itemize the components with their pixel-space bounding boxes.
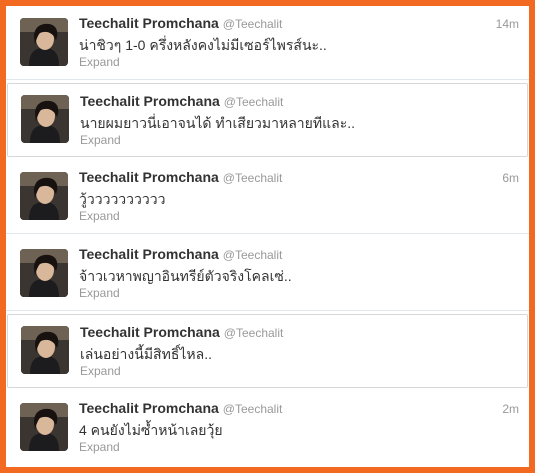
tweet-text: วู้วววววววววว (79, 191, 166, 207)
tweet-header: Teechalit Promchana @Teechalit (80, 93, 517, 111)
tweet-text: นายผมยาวนี่เอาจนได้ ทำเสียวมาหลายทีและ.. (80, 115, 355, 131)
user-name[interactable]: Teechalit Promchana (80, 93, 220, 109)
tweet-header: Teechalit Promchana @Teechalit 2m (79, 400, 519, 418)
tweet-header: Teechalit Promchana @Teechalit 14m (79, 15, 519, 33)
avatar-image (21, 95, 69, 143)
avatar-image (21, 326, 69, 374)
user-handle[interactable]: @Teechalit (223, 402, 283, 416)
tweet-item[interactable]: Teechalit Promchana @Teechalit 6m วู้วววว… (6, 160, 529, 234)
avatar[interactable] (20, 172, 68, 220)
avatar-image (20, 403, 68, 451)
tweet-timestamp[interactable]: 14m (496, 17, 519, 31)
avatar[interactable] (20, 18, 68, 66)
expand-link[interactable]: Expand (79, 209, 120, 223)
user-name[interactable]: Teechalit Promchana (79, 400, 219, 416)
avatar[interactable] (21, 326, 69, 374)
tweet-text: น่าชิวๆ 1-0 ครึ่งหลังคงไม่มีเซอร์ไพรส์นะ… (79, 37, 327, 53)
avatar[interactable] (20, 403, 68, 451)
tweet-item[interactable]: Teechalit Promchana @Teechalit 2m 4 คนยัง… (6, 391, 529, 467)
tweet-text: จ้าวเวหาพญาอินทรีย์ตัวจริงโคลเซ่.. (79, 268, 292, 284)
tweet-header: Teechalit Promchana @Teechalit (79, 246, 519, 264)
tweet-item[interactable]: Teechalit Promchana @Teechalit จ้าวเวหาพญ… (6, 237, 529, 311)
expand-link[interactable]: Expand (80, 364, 121, 378)
tweet-text: เล่นอย่างนี้มีสิทธิ์ไหล.. (80, 346, 212, 362)
tweet-item[interactable]: Teechalit Promchana @Teechalit 14m น่าชิว… (6, 6, 529, 80)
timeline: Teechalit Promchana @Teechalit 14m น่าชิว… (6, 6, 529, 467)
user-name[interactable]: Teechalit Promchana (79, 246, 219, 262)
tweet-header: Teechalit Promchana @Teechalit (80, 324, 517, 342)
avatar[interactable] (20, 249, 68, 297)
tweet-item[interactable]: Teechalit Promchana @Teechalit นายผมยาวนี… (7, 83, 528, 157)
expand-link[interactable]: Expand (80, 133, 121, 147)
user-name[interactable]: Teechalit Promchana (79, 169, 219, 185)
expand-link[interactable]: Expand (79, 286, 120, 300)
user-handle[interactable]: @Teechalit (224, 95, 284, 109)
tweet-item[interactable]: Teechalit Promchana @Teechalit เล่นอย่างน… (7, 314, 528, 388)
expand-link[interactable]: Expand (79, 440, 120, 454)
avatar-image (20, 249, 68, 297)
avatar[interactable] (21, 95, 69, 143)
tweet-text: 4 คนยังไม่ซ้ำหน้าเลยวุ้ย (79, 422, 223, 438)
user-name[interactable]: Teechalit Promchana (79, 15, 219, 31)
tweet-timestamp[interactable]: 2m (502, 402, 519, 416)
avatar-image (20, 18, 68, 66)
user-handle[interactable]: @Teechalit (224, 326, 284, 340)
user-handle[interactable]: @Teechalit (223, 171, 283, 185)
user-handle[interactable]: @Teechalit (223, 17, 283, 31)
expand-link[interactable]: Expand (79, 55, 120, 69)
user-handle[interactable]: @Teechalit (223, 248, 283, 262)
user-name[interactable]: Teechalit Promchana (80, 324, 220, 340)
avatar-image (20, 172, 68, 220)
tweet-timestamp[interactable]: 6m (502, 171, 519, 185)
tweet-header: Teechalit Promchana @Teechalit 6m (79, 169, 519, 187)
